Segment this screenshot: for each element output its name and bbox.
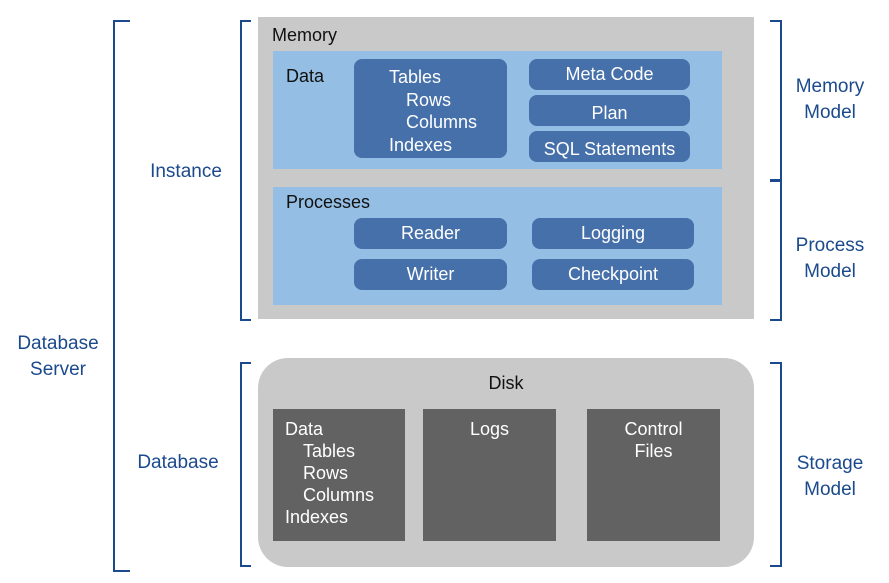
label-line: Model bbox=[804, 102, 856, 123]
instance-label: Instance bbox=[150, 161, 222, 182]
process-model-label: Process Model bbox=[780, 233, 880, 285]
sql-statements-box: SQL Statements bbox=[529, 131, 690, 162]
database-bracket bbox=[240, 362, 251, 567]
disk-title: Disk bbox=[488, 373, 524, 393]
structure-item: Rows bbox=[406, 89, 452, 110]
label-line: Server bbox=[30, 359, 86, 380]
disk-data-item: Columns bbox=[303, 485, 375, 505]
label-line: Model bbox=[804, 479, 856, 500]
memory-model-label: Memory Model bbox=[780, 74, 880, 126]
structure-item: Tables bbox=[389, 67, 442, 87]
disk-data-box: Data Tables Rows Columns Indexes bbox=[273, 409, 405, 541]
checkpoint-box: Checkpoint bbox=[532, 259, 694, 290]
control-files-box: Control Files bbox=[587, 409, 720, 541]
label-line: Process bbox=[795, 235, 865, 256]
disk-data-item: Data bbox=[285, 419, 324, 439]
logging-box: Logging bbox=[532, 218, 694, 249]
disk-data-item: Indexes bbox=[285, 507, 349, 527]
plan-box: Plan bbox=[529, 95, 690, 126]
control-files-line: Files bbox=[634, 441, 673, 461]
processes-title: Processes bbox=[286, 192, 371, 212]
instance-bracket bbox=[240, 20, 251, 321]
storage-model-label: Storage Model bbox=[780, 451, 880, 503]
label-line: Model bbox=[804, 261, 856, 282]
label-line: Memory bbox=[795, 76, 865, 97]
database-server-label: Database Server bbox=[5, 331, 111, 383]
data-structures-box: Tables Rows Columns Indexes bbox=[354, 59, 507, 158]
logs-box: Logs bbox=[423, 409, 556, 541]
database-label: Database bbox=[137, 452, 219, 473]
reader-box: Reader bbox=[354, 218, 507, 249]
label-line: Storage bbox=[796, 453, 864, 474]
logs-label: Logs bbox=[469, 419, 510, 439]
structure-item: Indexes bbox=[389, 134, 453, 155]
label-line: Database bbox=[17, 333, 99, 354]
data-title: Data bbox=[286, 66, 325, 86]
memory-title: Memory bbox=[272, 25, 338, 45]
disk-data-item: Tables bbox=[303, 441, 356, 461]
control-files-line: Control bbox=[624, 419, 683, 439]
database-server-bracket bbox=[113, 20, 130, 572]
meta-code-box: Meta Code bbox=[529, 59, 690, 90]
writer-box: Writer bbox=[354, 259, 507, 290]
structure-item: Columns bbox=[406, 112, 478, 132]
disk-data-item: Rows bbox=[303, 463, 349, 483]
